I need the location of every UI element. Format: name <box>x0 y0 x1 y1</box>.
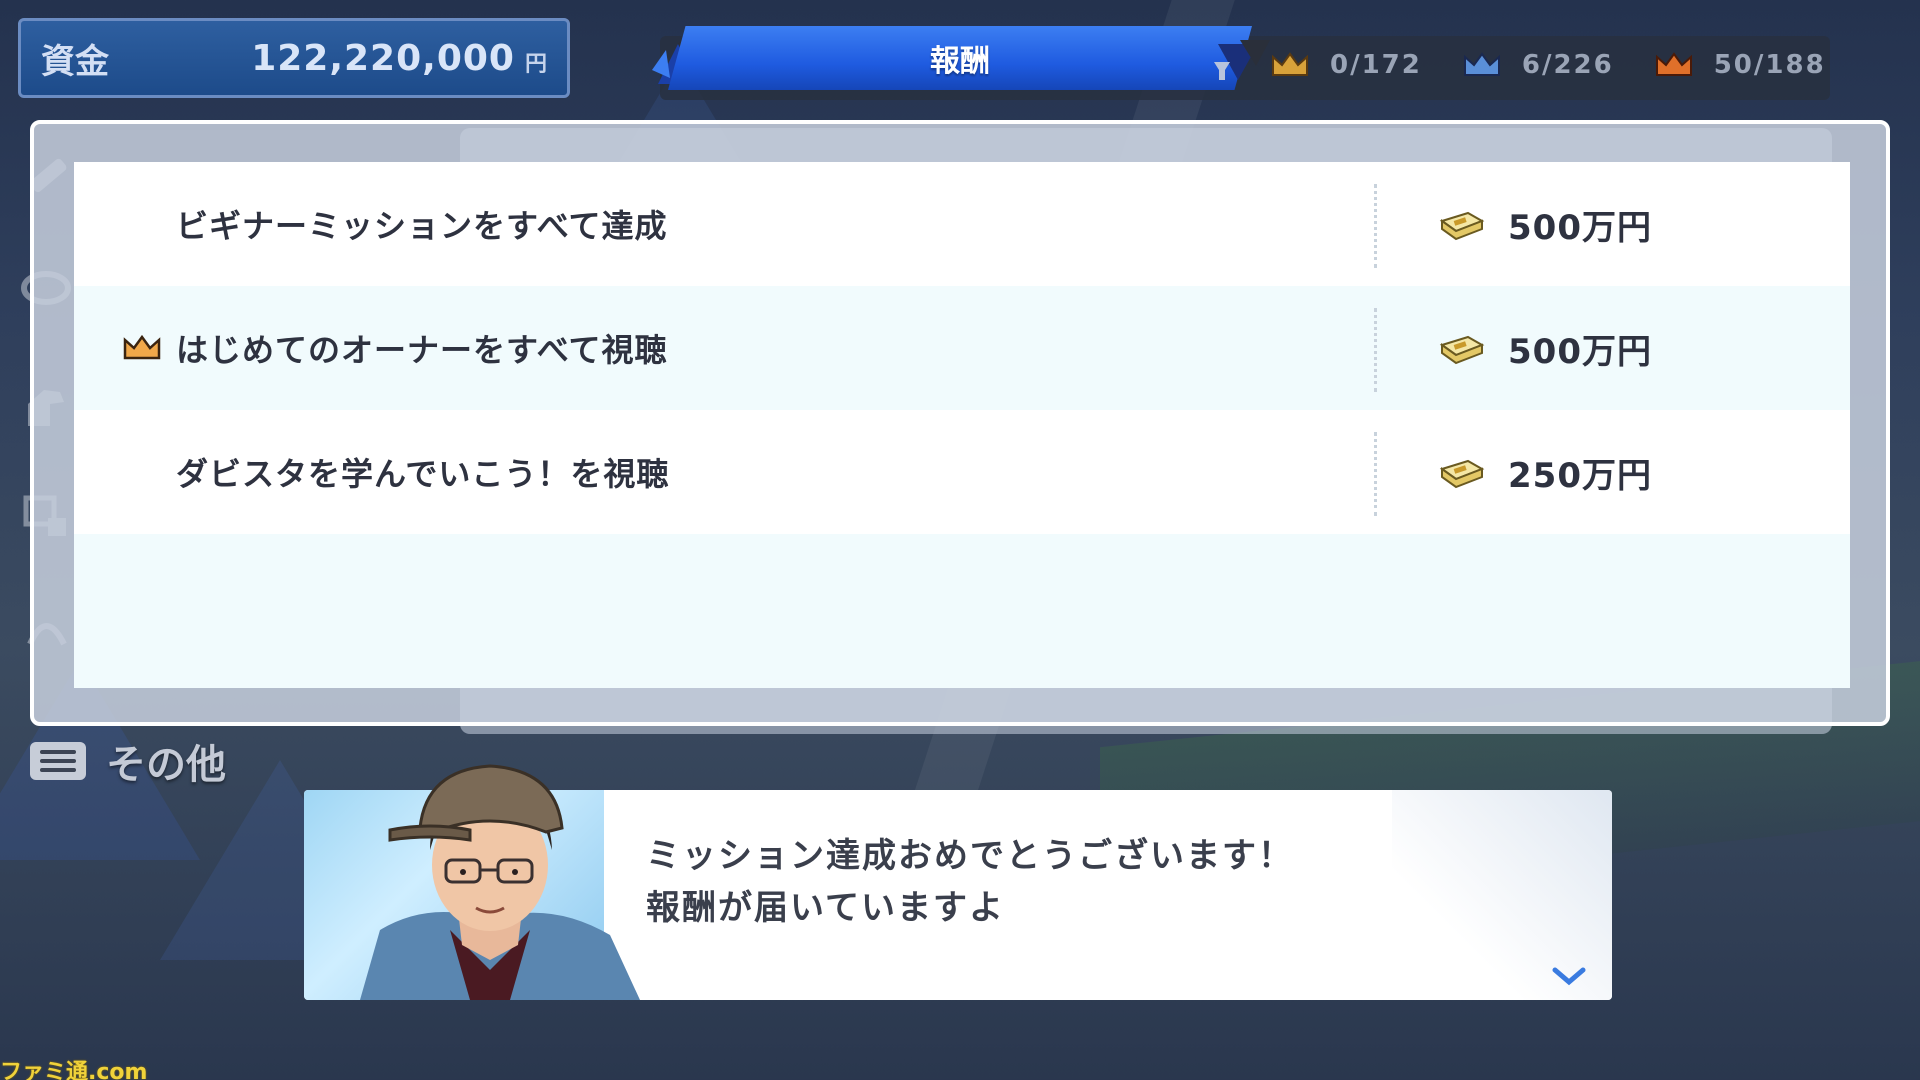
counter-gold-value: 0/172 <box>1330 50 1422 80</box>
reward-row[interactable]: ダビスタを学んでいこう！を視聴 250万円 <box>74 410 1850 534</box>
gold-crown-icon <box>1272 52 1308 76</box>
orange-crown-icon <box>1655 52 1692 76</box>
orange-crown-icon <box>123 334 161 360</box>
funds-unit: 円 <box>524 52 547 77</box>
message-line-1: ミッション達成おめでとうございます！ <box>646 836 1294 876</box>
counter-blue-value: 6/226 <box>1521 50 1614 80</box>
funds-amount: 122,220,000 <box>251 37 515 79</box>
reward-list: ビギナーミッションをすべて達成 500万円 はじめてのオーナーをすべて視聴 50… <box>74 162 1850 688</box>
reward-title: はじめてのオーナーをすべて視聴 <box>176 331 668 369</box>
crown-counters: 0/172 6/226 50/188 <box>1270 50 1826 80</box>
reward-amount: 500万円 <box>1508 331 1652 372</box>
reward-amount: 500万円 <box>1508 207 1652 248</box>
reward-crown-cell <box>74 334 172 362</box>
list-icon <box>30 742 86 780</box>
reward-row-empty <box>74 534 1850 658</box>
counter-gold: 0/172 <box>1270 50 1422 80</box>
trainer-avatar <box>360 764 640 1000</box>
message-text: ミッション達成おめでとうございます！ 報酬が届いていますよ <box>646 830 1294 934</box>
reward-divider <box>1374 184 1377 268</box>
chevron-down-icon[interactable] <box>1552 966 1586 986</box>
reward-dialog: ビギナーミッションをすべて達成 500万円 はじめてのオーナーをすべて視聴 50… <box>30 120 1890 726</box>
funds-label: 資金 <box>41 41 109 82</box>
sidebar-item-other[interactable]: その他 <box>30 732 226 790</box>
reward-amount: 250万円 <box>1508 455 1652 496</box>
reward-divider <box>1374 308 1377 392</box>
message-line-2: 報酬が届いていますよ <box>646 888 1005 928</box>
reward-divider <box>1374 432 1377 516</box>
reward-title: ビギナーミッションをすべて達成 <box>176 207 668 245</box>
page-title: 報酬 <box>668 26 1252 90</box>
money-bundle-icon <box>1439 459 1485 489</box>
watermark-logo: ファミ通.com <box>0 1060 148 1080</box>
money-bundle-icon <box>1439 211 1485 241</box>
reward-row[interactable]: ビギナーミッションをすべて達成 500万円 <box>74 162 1850 286</box>
reward-title: ダビスタを学んでいこう！を視聴 <box>176 455 670 493</box>
reward-amount-cell: 500万円 <box>1374 200 1850 249</box>
reward-row[interactable]: はじめてのオーナーをすべて視聴 500万円 <box>74 286 1850 410</box>
reward-amount-cell: 500万円 <box>1374 324 1850 373</box>
reward-amount-cell: 250万円 <box>1374 448 1850 497</box>
header-filter-icon[interactable] <box>1200 40 1270 92</box>
funds-panel: 資金 122,220,000 円 <box>18 18 570 98</box>
counter-blue: 6/226 <box>1462 50 1614 80</box>
sidebar-item-other-label: その他 <box>106 742 226 788</box>
counter-orange-value: 50/188 <box>1713 50 1826 80</box>
money-bundle-icon <box>1439 335 1485 365</box>
blue-crown-icon <box>1463 52 1500 76</box>
counter-orange: 50/188 <box>1654 50 1826 80</box>
